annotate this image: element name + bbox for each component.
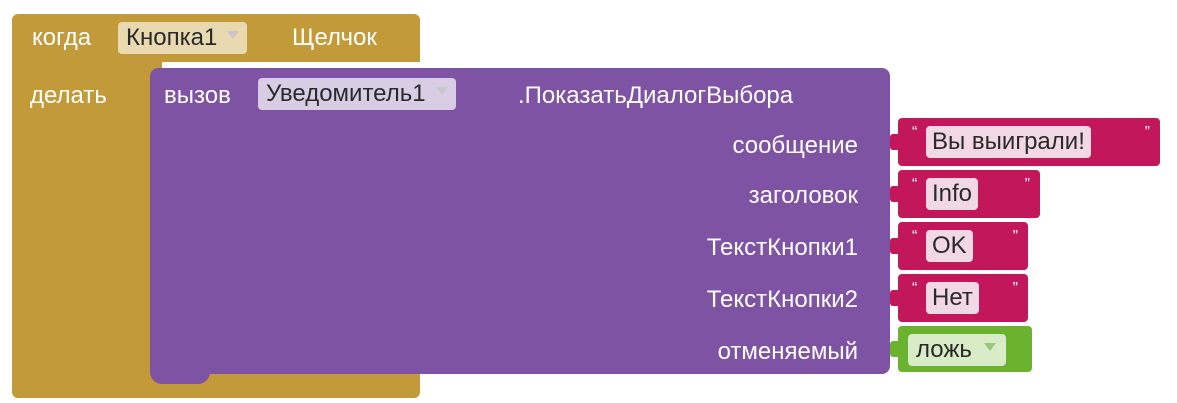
boolean-dropdown[interactable]: ложь	[908, 334, 1006, 366]
quote-icon: ”	[1144, 124, 1150, 141]
quote-icon: “	[912, 176, 918, 193]
param-label-button1: ТекстКнопки1	[706, 234, 858, 261]
text-block-message[interactable]: “ Вы выиграли! ”	[890, 118, 1160, 166]
text-block-title[interactable]: “ Info ”	[890, 170, 1040, 218]
param-label-message: сообщение	[732, 132, 858, 159]
quote-icon: ”	[1012, 280, 1018, 297]
quote-icon: ”	[1012, 228, 1018, 245]
chevron-down-icon	[983, 343, 996, 351]
quote-icon: “	[912, 124, 918, 141]
text-block-button2[interactable]: “ Нет ”	[890, 274, 1028, 322]
message-text-field[interactable]: Вы выиграли!	[926, 126, 1091, 158]
title-text-field[interactable]: Info	[926, 178, 979, 210]
boolean-value: ложь	[916, 336, 972, 363]
button1-text-field[interactable]: OK	[926, 230, 973, 262]
quote-icon: “	[912, 228, 918, 245]
param-label-cancelable: отменяемый	[717, 338, 858, 365]
text-block-button1[interactable]: “ OK ”	[890, 222, 1028, 270]
quote-icon: ”	[1024, 176, 1030, 193]
param-label-button2: ТекстКнопки2	[706, 286, 858, 313]
when-keyword: когда	[32, 24, 92, 51]
boolean-block[interactable]: ложь	[890, 326, 1032, 372]
quote-icon: “	[912, 280, 918, 297]
param-label-title: заголовок	[748, 182, 858, 209]
do-keyword: делать	[30, 82, 107, 109]
button2-text-field[interactable]: Нет	[926, 282, 979, 314]
